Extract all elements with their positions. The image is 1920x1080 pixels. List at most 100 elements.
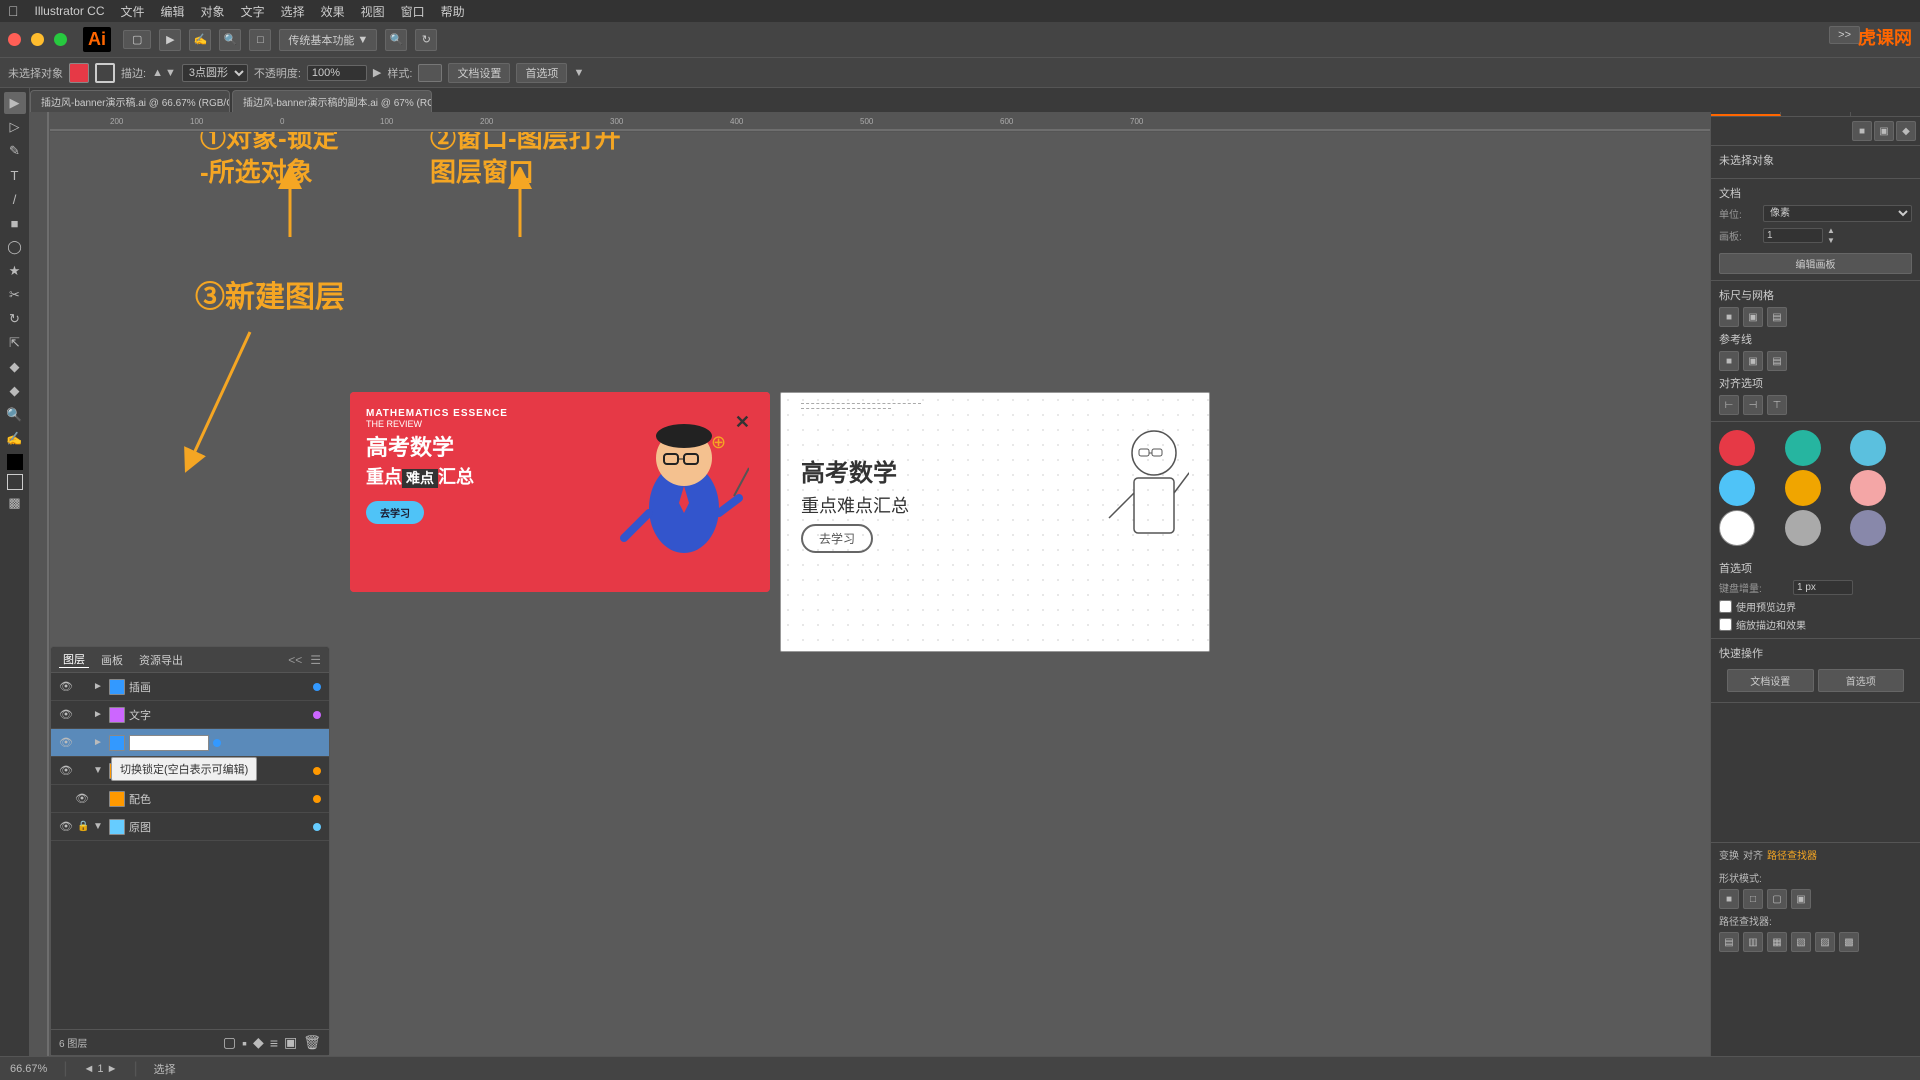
mode-btn[interactable]: 传统基本功能 ▼ bbox=[279, 29, 377, 51]
rect-tool[interactable]: ■ bbox=[4, 212, 26, 234]
pf-icon-4[interactable]: ▧ bbox=[1791, 932, 1811, 952]
preferences-btn[interactable]: 首选项 bbox=[516, 63, 567, 83]
pen-tool[interactable]: ✎ bbox=[4, 140, 26, 162]
layer-eye-4[interactable]: 👁 bbox=[75, 792, 89, 805]
new-layer-btn[interactable]: ▣ bbox=[284, 1034, 297, 1051]
maximize-btn[interactable] bbox=[54, 33, 67, 46]
artboard-input[interactable] bbox=[1763, 228, 1823, 243]
toolbar2-extra[interactable]: ▼ bbox=[573, 67, 584, 79]
delete-layer-btn[interactable]: 🗑 bbox=[303, 1034, 321, 1051]
swatch-teal[interactable] bbox=[1785, 430, 1821, 466]
hand-tool-left[interactable]: ✍ bbox=[4, 428, 26, 450]
fill-color[interactable] bbox=[69, 63, 89, 83]
stroke-color[interactable] bbox=[95, 63, 115, 83]
align-icon-2[interactable]: ▣ bbox=[1743, 307, 1763, 327]
view-toggle[interactable]: □ bbox=[249, 29, 271, 51]
layer-colors-child[interactable]: 👁 配色 bbox=[51, 785, 329, 813]
stroke-up[interactable]: ▲ bbox=[152, 67, 163, 79]
zoom-tool[interactable]: 🔍 bbox=[219, 29, 241, 51]
select-tool[interactable]: ▶ bbox=[4, 92, 26, 114]
transform-tab[interactable]: 变换 bbox=[1719, 847, 1739, 862]
tab-1[interactable]: 插边风-banner演示稿的副本.ai @ 67% (RGB/GPU 预览) ✕ bbox=[232, 90, 432, 112]
menu-object[interactable]: 对象 bbox=[201, 3, 225, 20]
minimize-btn[interactable] bbox=[31, 33, 44, 46]
swatch-gray[interactable] bbox=[1785, 510, 1821, 546]
layer-text[interactable]: 👁 ► 文字 bbox=[51, 701, 329, 729]
opacity-input[interactable] bbox=[307, 65, 367, 81]
pf-icon-2[interactable]: ▥ bbox=[1743, 932, 1763, 952]
layer-original[interactable]: 👁 🔒 ▼ 原图 bbox=[51, 813, 329, 841]
stroke-swatch[interactable] bbox=[7, 474, 23, 490]
shape-mode-2[interactable]: □ bbox=[1743, 889, 1763, 909]
layers-menu-btn[interactable]: ☰ bbox=[310, 653, 321, 667]
layer-eye-3[interactable]: 👁 bbox=[59, 764, 73, 777]
menu-effect[interactable]: 效果 bbox=[321, 3, 345, 20]
stroke-select[interactable]: 3点圆形 bbox=[182, 64, 248, 82]
expand-btn[interactable]: >> bbox=[1829, 26, 1860, 44]
align-icon-3[interactable]: ▤ bbox=[1767, 307, 1787, 327]
brush-tool[interactable]: ★ bbox=[4, 260, 26, 282]
scissors-tool[interactable]: ✂ bbox=[4, 284, 26, 306]
align-icon-1[interactable]: ■ bbox=[1719, 307, 1739, 327]
quick-preferences[interactable]: 首选项 bbox=[1818, 669, 1905, 692]
unit-select[interactable]: 像素 bbox=[1763, 205, 1912, 222]
new-doc-btn[interactable]: ▢ bbox=[123, 30, 151, 49]
sync-btn[interactable]: ↻ bbox=[415, 29, 437, 51]
pf-icon-6[interactable]: ▩ bbox=[1839, 932, 1859, 952]
style-swatch[interactable] bbox=[418, 64, 442, 82]
opacity-arrow[interactable]: ▶ bbox=[373, 66, 381, 79]
menu-text[interactable]: 文字 bbox=[241, 3, 265, 20]
guide-icon-3[interactable]: ▤ bbox=[1767, 351, 1787, 371]
layer-eye-0[interactable]: 👁 bbox=[59, 680, 73, 693]
layers-collapse-btn[interactable]: << bbox=[288, 653, 302, 667]
menu-select[interactable]: 选择 bbox=[281, 3, 305, 20]
rpanel-icon-2[interactable]: ▣ bbox=[1874, 121, 1894, 141]
layer-eye-2[interactable]: 👁 bbox=[59, 736, 73, 749]
close-btn[interactable] bbox=[8, 33, 21, 46]
arrow-tool[interactable]: ▶ bbox=[159, 29, 181, 51]
layer-eye-1[interactable]: 👁 bbox=[59, 708, 73, 721]
layers-action-4[interactable]: ≡ bbox=[270, 1035, 278, 1051]
shape-mode-1[interactable]: ■ bbox=[1719, 889, 1739, 909]
move-selection-btn[interactable]: ▪ bbox=[242, 1035, 247, 1051]
line-tool[interactable]: / bbox=[4, 188, 26, 210]
layer-expand-3[interactable]: ▼ bbox=[93, 765, 105, 776]
swatch-white[interactable] bbox=[1719, 510, 1755, 546]
menu-help[interactable]: 帮助 bbox=[441, 3, 465, 20]
artboard-up[interactable]: ▲ bbox=[1827, 226, 1835, 235]
rpanel-icon-3[interactable]: ◆ bbox=[1896, 121, 1916, 141]
next-page-btn[interactable]: ► bbox=[107, 1063, 118, 1075]
pf-icon-3[interactable]: ▦ bbox=[1767, 932, 1787, 952]
pathfinder-tab[interactable]: 路径查找器 bbox=[1767, 847, 1817, 862]
snap-corners-check[interactable] bbox=[1719, 618, 1732, 631]
doc-settings-btn[interactable]: 文档设置 bbox=[448, 63, 510, 83]
ellipse-tool[interactable]: ◯ bbox=[4, 236, 26, 258]
menu-edit[interactable]: 编辑 bbox=[161, 3, 185, 20]
layer-expand-5[interactable]: ▼ bbox=[93, 821, 105, 832]
rotate-tool[interactable]: ↻ bbox=[4, 308, 26, 330]
swatch-red[interactable] bbox=[1719, 430, 1755, 466]
layer-expand-0[interactable]: ► bbox=[93, 681, 105, 692]
artboard-down[interactable]: ▼ bbox=[1827, 236, 1835, 245]
layers-action-3[interactable]: ◆ bbox=[253, 1034, 264, 1051]
stroke-down[interactable]: ▼ bbox=[165, 67, 176, 79]
guide-icon-1[interactable]: ■ bbox=[1719, 351, 1739, 371]
shape-mode-3[interactable]: ▢ bbox=[1767, 889, 1787, 909]
apple-icon[interactable]:  bbox=[8, 3, 19, 19]
quick-doc-settings[interactable]: 文档设置 bbox=[1727, 669, 1814, 692]
align-to-icon-2[interactable]: ⊣ bbox=[1743, 395, 1763, 415]
shape-mode-4[interactable]: ▣ bbox=[1791, 889, 1811, 909]
fill-swatch[interactable] bbox=[7, 454, 23, 470]
align-tab-bottom[interactable]: 对齐 bbox=[1743, 847, 1763, 862]
type-tool[interactable]: T bbox=[4, 164, 26, 186]
eyedropper-tool[interactable]: ◆ bbox=[4, 380, 26, 402]
direct-select-tool[interactable]: ▷ bbox=[4, 116, 26, 138]
layer-lock-icon-5[interactable]: 🔒 bbox=[77, 821, 89, 832]
search-btn[interactable]: 🔍 bbox=[385, 29, 407, 51]
guide-icon-2[interactable]: ▣ bbox=[1743, 351, 1763, 371]
zoom-tool-left[interactable]: 🔍 bbox=[4, 404, 26, 426]
pf-icon-5[interactable]: ▨ bbox=[1815, 932, 1835, 952]
layer-editing[interactable]: 👁 ► bbox=[51, 729, 329, 757]
menu-file[interactable]: 文件 bbox=[121, 3, 145, 20]
snap-bounds-check[interactable] bbox=[1719, 600, 1732, 613]
